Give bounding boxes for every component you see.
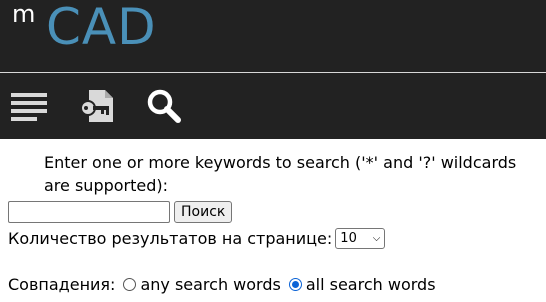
key-document-icon — [80, 90, 113, 122]
search-input[interactable] — [8, 201, 170, 223]
match-label: Совпадения: — [8, 275, 116, 294]
search-button[interactable]: Поиск — [174, 201, 233, 223]
logo-prefix: m — [12, 0, 36, 28]
results-per-page-row: Количество результатов на странице: 10 ⌵ — [8, 227, 386, 250]
results-per-page-select[interactable]: 10 ⌵ — [335, 228, 386, 249]
match-mode-row: Совпадения: any search words all search … — [8, 273, 436, 296]
logo-name: CAD — [46, 0, 157, 56]
menu-icon — [11, 93, 47, 121]
app-header: m CAD — [0, 0, 546, 72]
search-instructions: Enter one or more keywords to search ('*… — [44, 153, 517, 195]
match-any-label[interactable]: any search words — [140, 273, 280, 296]
chevron-down-icon: ⌵ — [372, 233, 381, 244]
key-document-button[interactable] — [78, 73, 116, 139]
match-all-radio[interactable] — [288, 278, 302, 291]
search-row: Поиск — [8, 201, 233, 223]
search-icon — [147, 89, 181, 123]
match-any-radio[interactable] — [123, 278, 137, 291]
search-panel: Enter one or more keywords to search ('*… — [0, 139, 546, 302]
match-all-label[interactable]: all search words — [306, 273, 436, 296]
results-per-page-value: 10 — [340, 231, 357, 246]
menu-button[interactable] — [10, 73, 48, 139]
search-toolbar-button[interactable] — [146, 73, 182, 139]
toolbar — [0, 73, 546, 139]
results-per-page-label: Количество результатов на странице: — [8, 229, 333, 248]
